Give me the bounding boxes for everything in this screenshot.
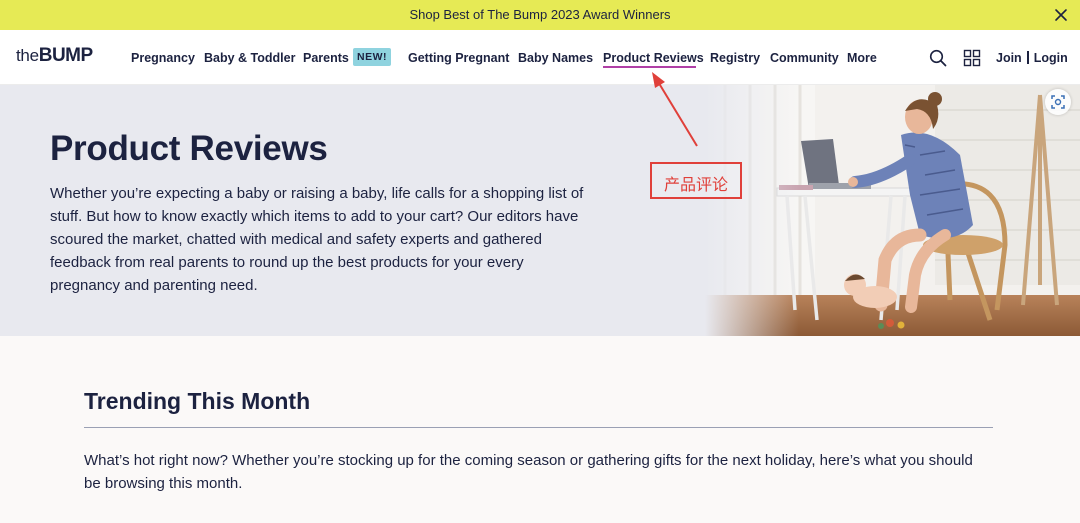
nav-parents[interactable]: Parents xyxy=(303,51,349,65)
join-link[interactable]: Join xyxy=(996,51,1022,65)
promo-banner[interactable]: Shop Best of The Bump 2023 Award Winners xyxy=(0,0,1080,30)
hero-image xyxy=(705,85,1080,336)
nav-getting-pregnant[interactable]: Getting Pregnant xyxy=(408,51,509,65)
nav-pregnancy[interactable]: Pregnancy xyxy=(131,51,195,65)
section-divider xyxy=(84,427,993,428)
annotation-box: 产品评论 xyxy=(650,162,742,199)
site-logo[interactable]: theBUMP xyxy=(16,45,93,67)
promo-link[interactable]: Shop Best of The Bump 2023 Award Winners xyxy=(0,7,1080,22)
nav-community[interactable]: Community xyxy=(770,51,839,65)
logo-bump: BUMP xyxy=(38,45,93,66)
nav-registry[interactable]: Registry xyxy=(710,51,760,65)
hero-description: Whether you’re expecting a baby or raisi… xyxy=(50,185,584,294)
search-icon[interactable] xyxy=(929,49,947,67)
auth-divider xyxy=(1026,51,1029,64)
grid-icon[interactable] xyxy=(963,49,981,67)
page-title: Product Reviews xyxy=(50,129,328,168)
nav-more[interactable]: More xyxy=(847,51,877,65)
login-link[interactable]: Login xyxy=(1034,51,1068,65)
annotation-label: 产品评论 xyxy=(663,175,728,194)
nav-baby-names[interactable]: Baby Names xyxy=(518,51,593,65)
nav-baby-toddler[interactable]: Baby & Toddler xyxy=(204,51,295,65)
new-badge: NEW! xyxy=(353,48,391,66)
site-header: theBUMP Pregnancy Baby & Toddler Parents… xyxy=(0,30,1080,85)
visual-search-icon[interactable] xyxy=(1045,89,1071,115)
hero-section: Product Reviews Whether you’re expecting… xyxy=(0,85,1080,336)
logo-the: the xyxy=(16,46,39,65)
nav-product-reviews[interactable]: Product Reviews xyxy=(603,51,704,65)
trending-description: What’s hot right now? Whether you’re sto… xyxy=(84,452,973,492)
close-icon[interactable] xyxy=(1052,6,1070,24)
trending-title: Trending This Month xyxy=(84,388,311,414)
auth-links: Join Login xyxy=(996,51,1068,65)
active-nav-underline xyxy=(603,66,696,68)
